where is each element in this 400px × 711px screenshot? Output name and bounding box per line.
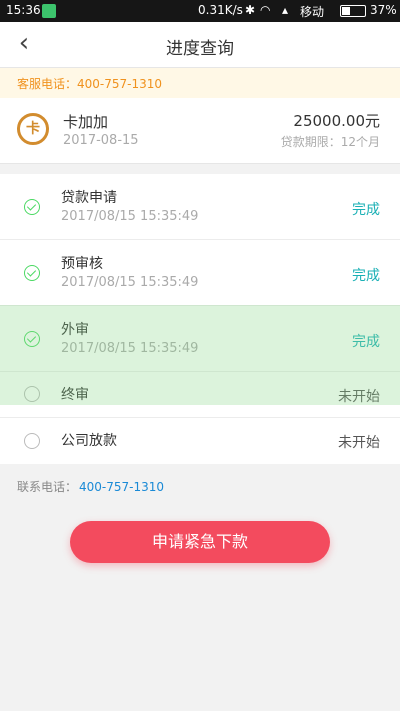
product-date: 2017-08-15 (63, 133, 139, 148)
contact-label: 联系电话： (17, 480, 78, 494)
signal-icon: ▴ (282, 3, 289, 17)
step-name: 外审 (61, 322, 89, 338)
service-hotline-banner[interactable]: 客服电话：400-757-1310 (0, 68, 400, 98)
loan-amount: 25000.00元 (293, 112, 380, 130)
step-name: 预审核 (61, 256, 103, 272)
step-time: 2017/08/15 15:35:49 (61, 341, 199, 356)
step-name: 贷款申请 (61, 190, 117, 206)
step-item: 预审核 2017/08/15 15:35:49 完成 (0, 240, 400, 306)
check-circle-icon (24, 265, 40, 281)
check-circle-icon (24, 199, 40, 215)
step-item: 终审 未开始 (0, 372, 400, 418)
step-status: 完成 (352, 334, 380, 350)
app-notification-icon (42, 4, 56, 18)
net-speed: 0.31K/s (198, 3, 243, 17)
step-item: 外审 2017/08/15 15:35:49 完成 (0, 306, 400, 372)
status-time: 15:36 (6, 3, 41, 17)
step-status: 完成 (352, 268, 380, 284)
battery-icon (340, 5, 366, 17)
status-bar: 15:36 0.31K/s ✱ ◠ ▴ 移动 37% (0, 0, 400, 22)
contact-line: 联系电话： 400-757-1310 (17, 478, 164, 495)
step-item: 公司放款 未开始 (0, 418, 400, 464)
check-circle-icon (24, 331, 40, 347)
step-name: 公司放款 (61, 433, 117, 449)
nav-bar: ‹ 进度查询 (0, 22, 400, 68)
product-logo-icon: 卡 (17, 113, 49, 145)
product-name: 卡加加 (63, 113, 109, 131)
carrier-label: 移动 (300, 5, 325, 19)
step-time: 2017/08/15 15:35:49 (61, 275, 199, 290)
battery-percent: 37% (370, 3, 397, 17)
step-time: 2017/08/15 15:35:49 (61, 209, 199, 224)
page-title: 进度查询 (166, 39, 234, 59)
progress-steps: 贷款申请 2017/08/15 15:35:49 完成 预审核 2017/08/… (0, 174, 400, 464)
step-name: 终审 (61, 387, 89, 403)
wifi-icon: ◠ (260, 3, 271, 17)
contact-phone-link[interactable]: 400-757-1310 (79, 480, 164, 494)
step-item: 贷款申请 2017/08/15 15:35:49 完成 (0, 174, 400, 240)
empty-circle-icon (24, 386, 40, 402)
loan-term: 贷款期限：12个月 (280, 135, 380, 149)
step-status: 未开始 (338, 435, 380, 451)
step-status: 未开始 (338, 389, 380, 405)
product-card: 卡 卡加加 2017-08-15 25000.00元 贷款期限：12个月 (0, 98, 400, 164)
step-status: 完成 (352, 202, 380, 218)
bluetooth-icon: ✱ (245, 3, 256, 17)
urgent-loan-button[interactable]: 申请紧急下款 (70, 521, 330, 563)
empty-circle-icon (24, 433, 40, 449)
